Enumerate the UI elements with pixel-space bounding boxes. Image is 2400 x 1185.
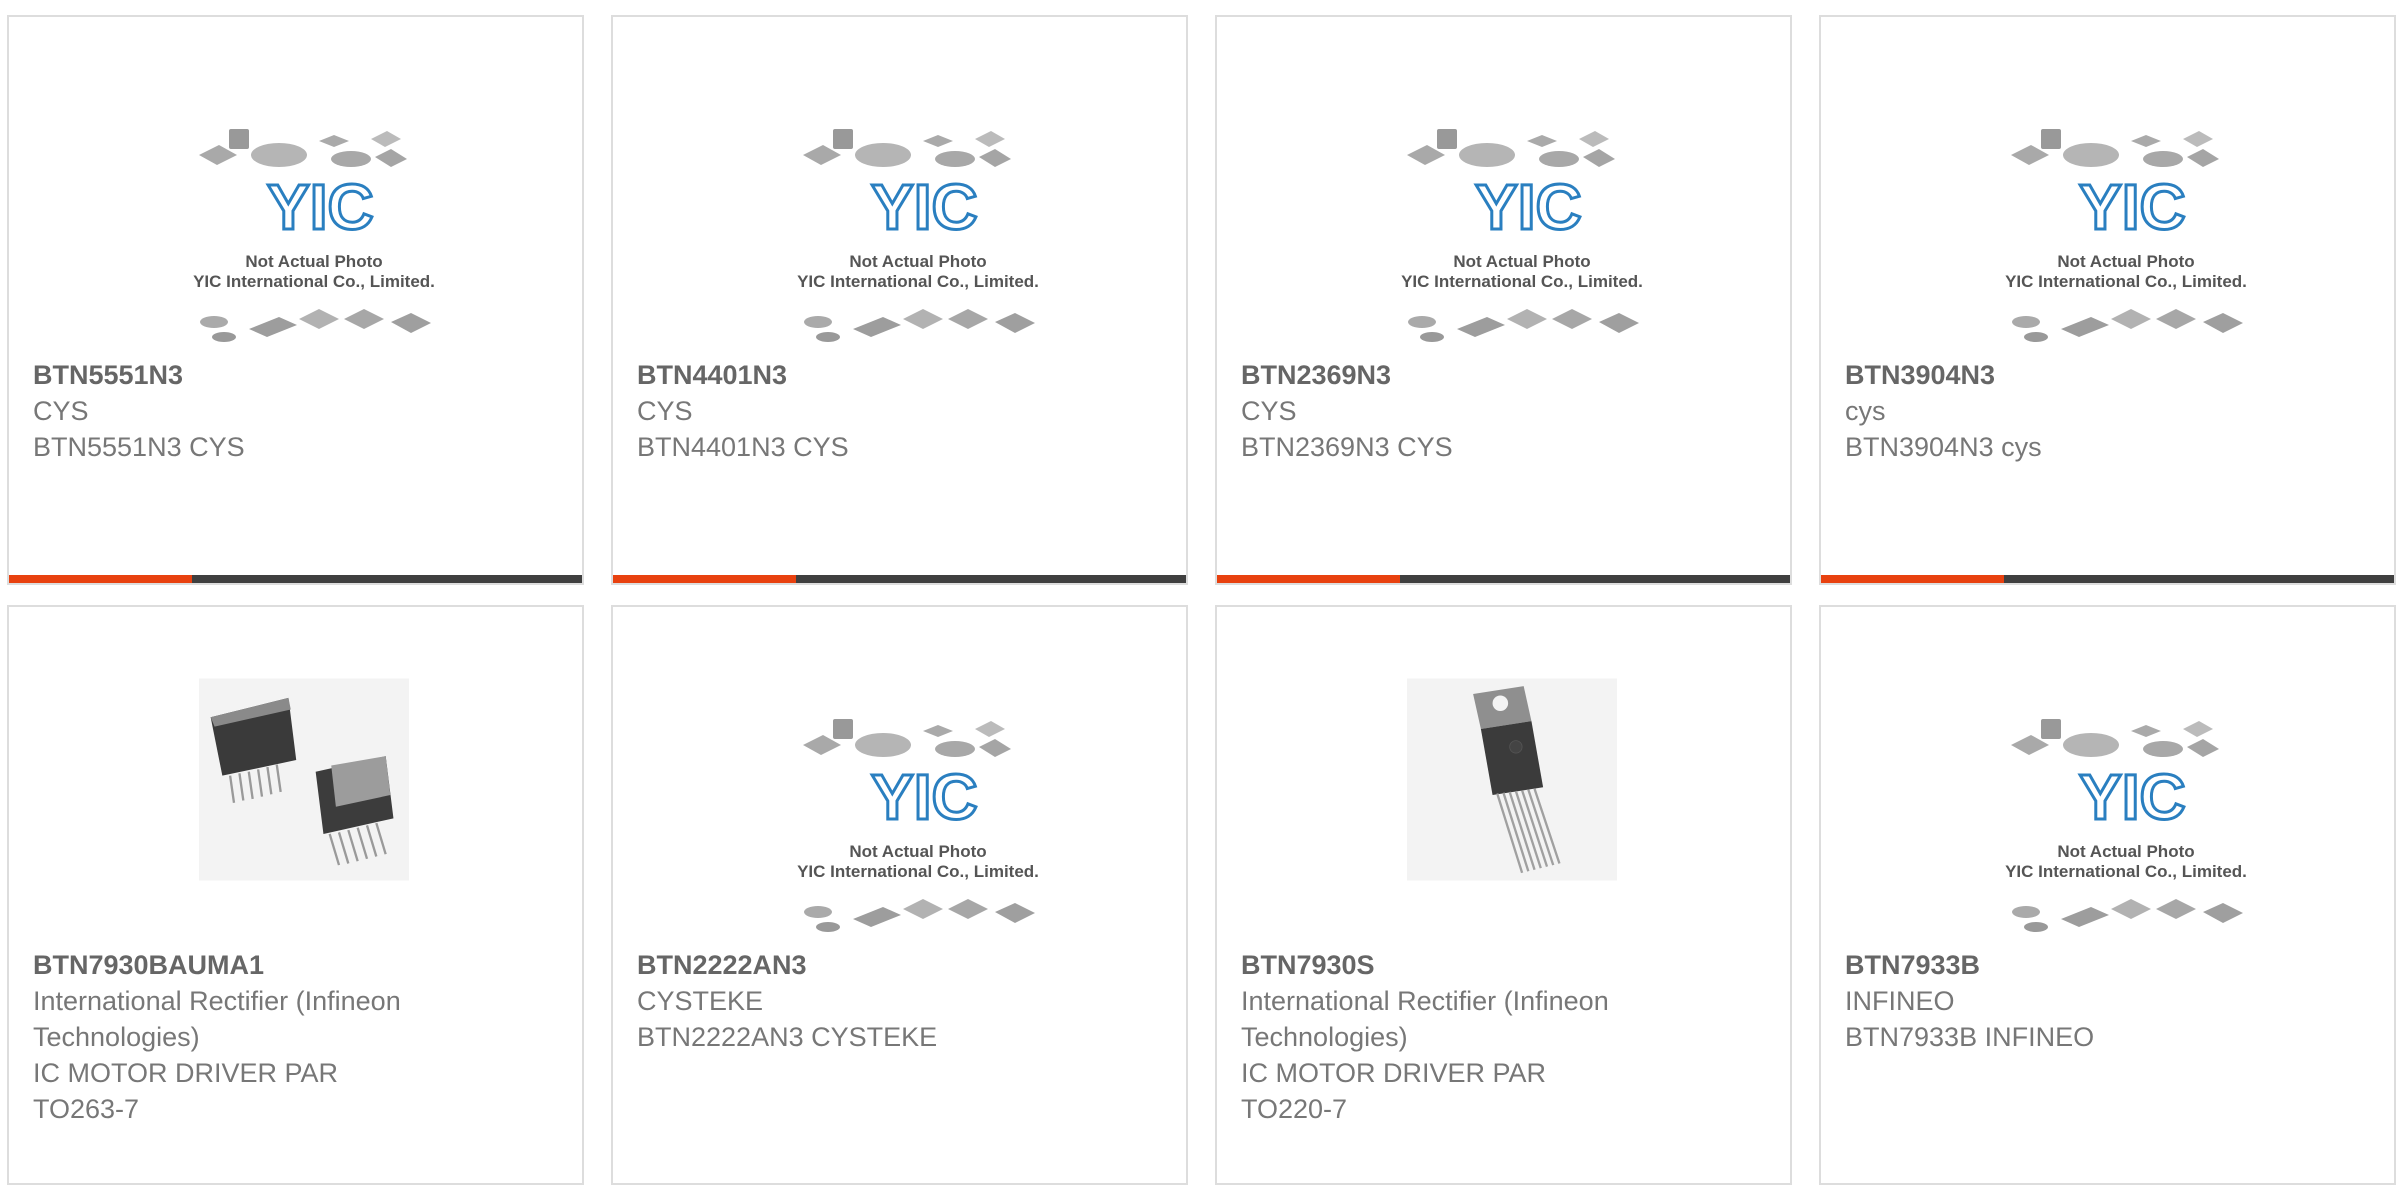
svg-text:Not Actual Photo: Not Actual Photo bbox=[2057, 252, 2194, 271]
svg-text:YIC International Co., Limited: YIC International Co., Limited. bbox=[193, 272, 435, 291]
description: BTN4401N3 CYS bbox=[637, 432, 849, 462]
card-accent bbox=[613, 575, 796, 583]
product-image-placeholder[interactable]: Not Actual Photo YIC International Co., … bbox=[1991, 97, 2261, 357]
product-image-placeholder[interactable]: Not Actual Photo YIC International Co., … bbox=[783, 687, 1053, 947]
product-image-placeholder[interactable]: Not Actual Photo YIC International Co., … bbox=[1387, 97, 1657, 357]
card-accent bbox=[1217, 575, 1400, 583]
manufacturer: International Rectifier (Infineon Techno… bbox=[1241, 986, 1609, 1052]
part-number[interactable]: BTN4401N3 bbox=[637, 357, 1166, 393]
svg-text:Not Actual Photo: Not Actual Photo bbox=[1453, 252, 1590, 271]
svg-text:Not Actual Photo: Not Actual Photo bbox=[849, 842, 986, 861]
svg-text:YIC International Co., Limited: YIC International Co., Limited. bbox=[2005, 272, 2247, 291]
description: BTN7933B INFINEO bbox=[1845, 1022, 2095, 1052]
manufacturer: International Rectifier (Infineon Techno… bbox=[33, 986, 401, 1052]
card-accent bbox=[9, 575, 192, 583]
card-bar bbox=[9, 575, 582, 583]
product-image-to220[interactable] bbox=[1407, 677, 1617, 882]
description-line-1: IC MOTOR DRIVER PAR bbox=[1241, 1058, 1547, 1088]
manufacturer: CYS bbox=[1241, 396, 1297, 426]
svg-text:Not Actual Photo: Not Actual Photo bbox=[2057, 842, 2194, 861]
description: BTN3904N3 cys bbox=[1845, 432, 2042, 462]
svg-text:YIC International Co., Limited: YIC International Co., Limited. bbox=[797, 272, 1039, 291]
part-number[interactable]: BTN7933B bbox=[1845, 947, 2374, 983]
manufacturer: CYSTEKE bbox=[637, 986, 764, 1016]
product-card[interactable]: Not Actual Photo YIC International Co., … bbox=[1819, 15, 2396, 585]
product-card[interactable]: Not Actual Photo YIC International Co., … bbox=[611, 15, 1188, 585]
card-bar bbox=[1821, 575, 2394, 583]
product-image-placeholder[interactable]: Not Actual Photo YIC International Co., … bbox=[783, 97, 1053, 357]
manufacturer: cys bbox=[1845, 396, 1886, 426]
product-card[interactable]: BTN7930S International Rectifier (Infine… bbox=[1215, 605, 1792, 1185]
description-line-2: TO263-7 bbox=[33, 1094, 140, 1124]
part-number[interactable]: BTN7930S bbox=[1241, 947, 1770, 983]
product-image-to263[interactable] bbox=[199, 677, 409, 882]
card-bar bbox=[1217, 575, 1790, 583]
part-number[interactable]: BTN7930BAUMA1 bbox=[33, 947, 562, 983]
product-grid: Not Actual Photo YIC International Co., … bbox=[0, 0, 2400, 1185]
part-number[interactable]: BTN2369N3 bbox=[1241, 357, 1770, 393]
description-line-1: IC MOTOR DRIVER PAR bbox=[33, 1058, 339, 1088]
product-card[interactable]: Not Actual Photo YIC International Co., … bbox=[611, 605, 1188, 1185]
manufacturer: CYS bbox=[33, 396, 89, 426]
product-card[interactable]: BTN7930BAUMA1 International Rectifier (I… bbox=[7, 605, 584, 1185]
card-accent bbox=[1821, 575, 2004, 583]
svg-text:Not Actual Photo: Not Actual Photo bbox=[849, 252, 986, 271]
svg-text:YIC International Co., Limited: YIC International Co., Limited. bbox=[1401, 272, 1643, 291]
description: BTN2222AN3 CYSTEKE bbox=[637, 1022, 938, 1052]
product-card[interactable]: Not Actual Photo YIC International Co., … bbox=[1819, 605, 2396, 1185]
part-number[interactable]: BTN2222AN3 bbox=[637, 947, 1166, 983]
manufacturer: CYS bbox=[637, 396, 693, 426]
card-bar bbox=[613, 575, 1186, 583]
product-image-placeholder[interactable]: Not Actual Photo YIC International Co., … bbox=[179, 97, 449, 357]
product-card[interactable]: Not Actual Photo YIC International Co., … bbox=[1215, 15, 1792, 585]
svg-text:Not Actual Photo: Not Actual Photo bbox=[245, 252, 382, 271]
product-card[interactable]: Not Actual Photo YIC International Co., … bbox=[7, 15, 584, 585]
manufacturer: INFINEO bbox=[1845, 986, 1955, 1016]
product-image-placeholder[interactable]: Not Actual Photo YIC International Co., … bbox=[1991, 687, 2261, 947]
description: BTN2369N3 CYS bbox=[1241, 432, 1453, 462]
part-number[interactable]: BTN5551N3 bbox=[33, 357, 562, 393]
description-line-2: TO220-7 bbox=[1241, 1094, 1348, 1124]
description: BTN5551N3 CYS bbox=[33, 432, 245, 462]
svg-text:YIC International Co., Limited: YIC International Co., Limited. bbox=[797, 862, 1039, 881]
svg-text:YIC International Co., Limited: YIC International Co., Limited. bbox=[2005, 862, 2247, 881]
part-number[interactable]: BTN3904N3 bbox=[1845, 357, 2374, 393]
